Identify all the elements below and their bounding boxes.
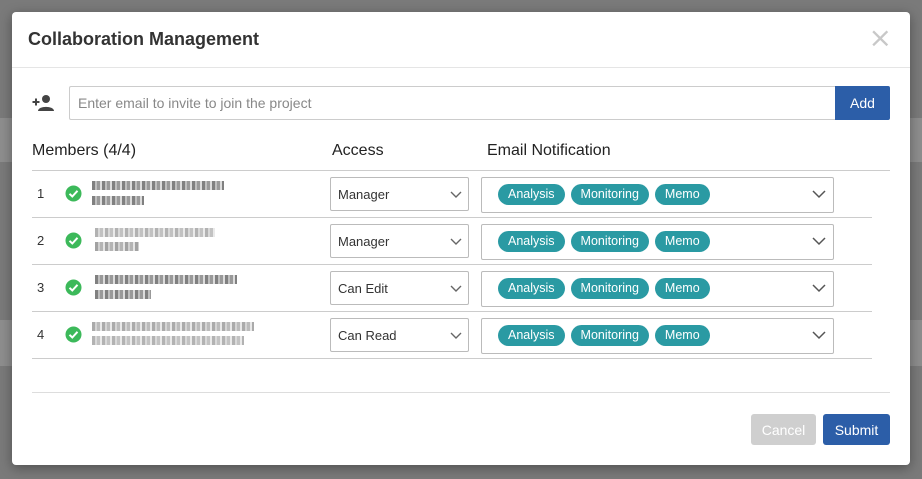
cancel-button[interactable]: Cancel bbox=[751, 414, 816, 445]
member-name-redacted bbox=[92, 181, 224, 190]
chevron-down-icon bbox=[450, 332, 462, 339]
member-email-redacted bbox=[92, 196, 144, 205]
row-index: 2 bbox=[37, 233, 45, 248]
member-name-redacted bbox=[95, 275, 237, 284]
member-name-redacted bbox=[92, 322, 254, 331]
members-table-header: Members (4/4) Access Email Notification bbox=[32, 140, 890, 171]
close-icon[interactable]: × bbox=[869, 24, 892, 52]
chevron-down-icon bbox=[812, 190, 826, 199]
access-value: Manager bbox=[338, 234, 390, 249]
chevron-down-icon bbox=[812, 284, 826, 293]
row-index: 4 bbox=[37, 327, 45, 342]
background-band bbox=[0, 320, 12, 366]
check-circle-icon bbox=[65, 185, 82, 202]
chevron-down-icon bbox=[450, 285, 462, 292]
table-row: 2 Manager Analysis Monitoring Memo bbox=[32, 218, 872, 265]
check-circle-icon bbox=[65, 279, 82, 296]
notification-select[interactable]: Analysis Monitoring Memo bbox=[481, 177, 834, 213]
add-button[interactable]: Add bbox=[835, 86, 890, 120]
table-row: 1 Manager Analysis Monitoring Memo bbox=[32, 171, 872, 218]
access-value: Can Read bbox=[338, 328, 397, 343]
background-band bbox=[910, 320, 922, 366]
dialog-title: Collaboration Management bbox=[28, 29, 260, 49]
notification-tag: Analysis bbox=[498, 278, 565, 299]
notification-tag: Monitoring bbox=[570, 325, 649, 346]
dialog-header: Collaboration Management × bbox=[12, 12, 910, 68]
access-select[interactable]: Manager bbox=[330, 224, 469, 258]
check-circle-icon bbox=[65, 326, 82, 343]
member-name-redacted bbox=[95, 228, 215, 237]
chevron-down-icon bbox=[812, 331, 826, 340]
access-select[interactable]: Can Read bbox=[330, 318, 469, 352]
access-value: Manager bbox=[338, 187, 390, 202]
notification-tag: Memo bbox=[654, 278, 710, 299]
chevron-down-icon bbox=[450, 191, 462, 198]
access-header: Access bbox=[332, 142, 384, 159]
table-row: 3 Can Edit Analysis Monitoring Memo bbox=[32, 265, 872, 312]
email-notification-header: Email Notification bbox=[487, 142, 611, 159]
access-select[interactable]: Manager bbox=[330, 177, 469, 211]
collaboration-dialog: Collaboration Management × Add Members (… bbox=[12, 12, 910, 465]
notification-tag: Memo bbox=[654, 184, 710, 205]
invite-row: Add bbox=[32, 86, 890, 120]
notification-tag: Analysis bbox=[498, 184, 565, 205]
notification-tag: Monitoring bbox=[570, 278, 649, 299]
footer-divider bbox=[32, 392, 890, 393]
invite-email-input[interactable] bbox=[69, 86, 835, 120]
row-index: 3 bbox=[37, 280, 45, 295]
notification-select[interactable]: Analysis Monitoring Memo bbox=[481, 224, 834, 260]
table-row: 4 Can Read Analysis Monitoring Memo bbox=[32, 312, 872, 359]
access-value: Can Edit bbox=[338, 281, 388, 296]
notification-tag: Memo bbox=[654, 325, 710, 346]
access-select[interactable]: Can Edit bbox=[330, 271, 469, 305]
background-band bbox=[0, 118, 12, 162]
row-index: 1 bbox=[37, 186, 45, 201]
submit-button[interactable]: Submit bbox=[823, 414, 890, 445]
notification-tag: Memo bbox=[654, 231, 710, 252]
member-email-redacted bbox=[95, 290, 151, 299]
notification-tag: Analysis bbox=[498, 231, 565, 252]
notification-tag: Analysis bbox=[498, 325, 565, 346]
notification-select[interactable]: Analysis Monitoring Memo bbox=[481, 271, 834, 307]
notification-select[interactable]: Analysis Monitoring Memo bbox=[481, 318, 834, 354]
person-add-icon bbox=[32, 86, 69, 120]
member-email-redacted bbox=[95, 242, 139, 251]
notification-tag: Monitoring bbox=[570, 231, 649, 252]
notification-tag: Monitoring bbox=[570, 184, 649, 205]
chevron-down-icon bbox=[450, 238, 462, 245]
chevron-down-icon bbox=[812, 237, 826, 246]
background-band bbox=[910, 118, 922, 162]
member-email-redacted bbox=[92, 336, 244, 345]
check-circle-icon bbox=[65, 232, 82, 249]
members-header: Members (4/4) bbox=[32, 142, 137, 159]
